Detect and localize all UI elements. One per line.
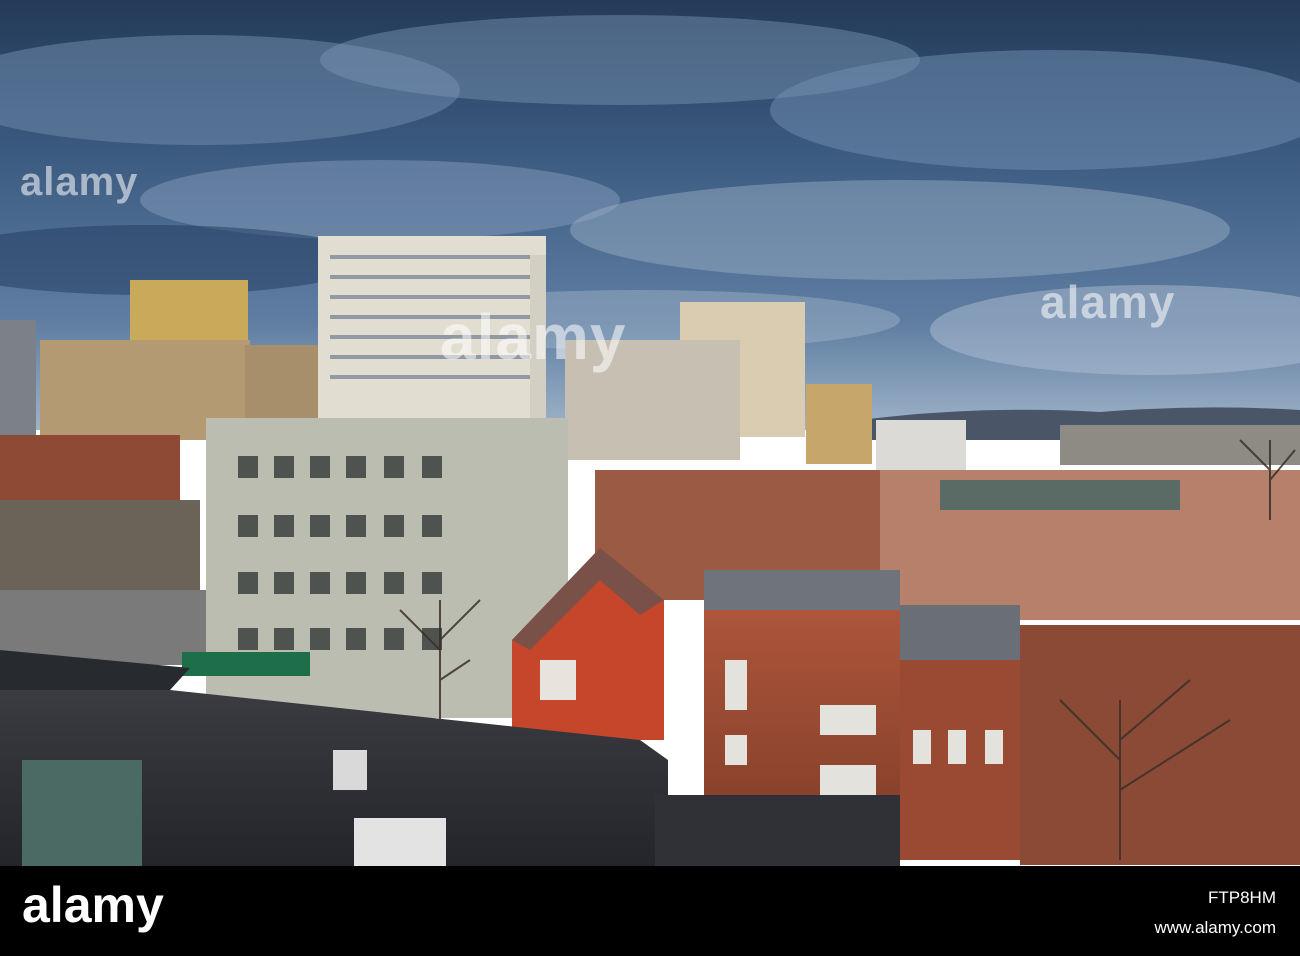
stock-photo: alamy alamy alamy alamy FTP8HM www.alamy… bbox=[0, 0, 1300, 956]
footer-logo: alamy bbox=[22, 877, 164, 933]
image-id-label: FTP8HM bbox=[1208, 888, 1276, 907]
watermark-left: alamy bbox=[20, 160, 139, 204]
city-skyline-photo bbox=[0, 0, 1300, 866]
concrete-office-building bbox=[182, 418, 568, 718]
source-url-label: www.alamy.com bbox=[1154, 918, 1276, 937]
footer-strip: alamy bbox=[0, 866, 1300, 956]
watermark-right: alamy bbox=[1040, 276, 1176, 328]
watermark-center: alamy bbox=[440, 301, 627, 373]
